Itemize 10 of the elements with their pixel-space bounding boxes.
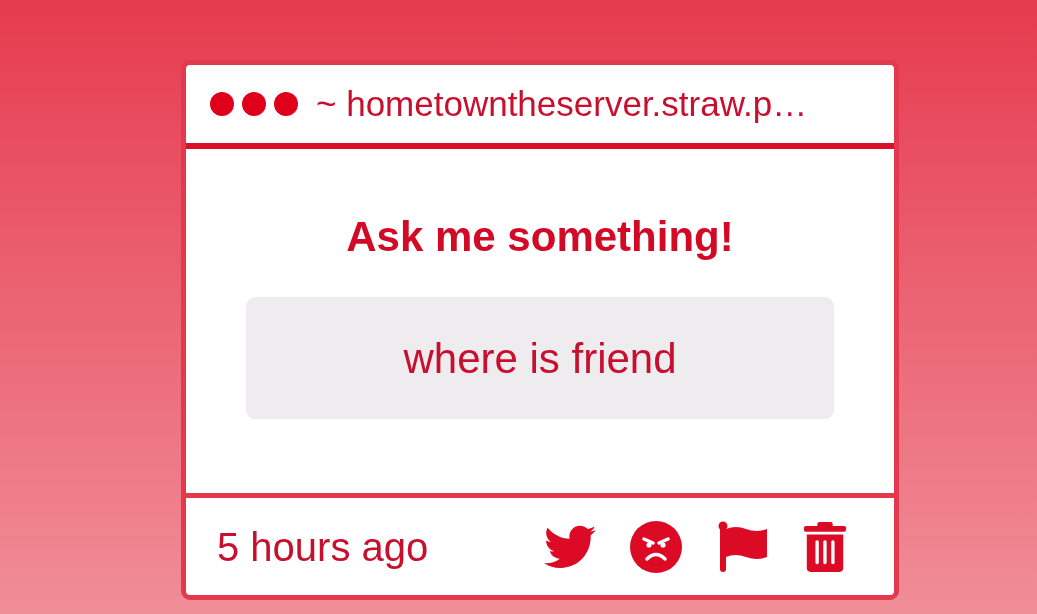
angry-face-icon[interactable] <box>630 520 682 573</box>
address-text: ~ hometowntheserver.straw.p… <box>316 84 808 124</box>
window-dot-icon <box>210 92 234 116</box>
question-heading: Ask me something! <box>346 213 734 262</box>
flag-icon[interactable] <box>716 520 768 573</box>
window-dot-icon <box>274 92 298 116</box>
timestamp: 5 hours ago <box>217 523 429 571</box>
question-text: where is friend <box>246 297 834 420</box>
trash-icon[interactable] <box>802 520 848 573</box>
window-dot-icon <box>242 92 266 116</box>
